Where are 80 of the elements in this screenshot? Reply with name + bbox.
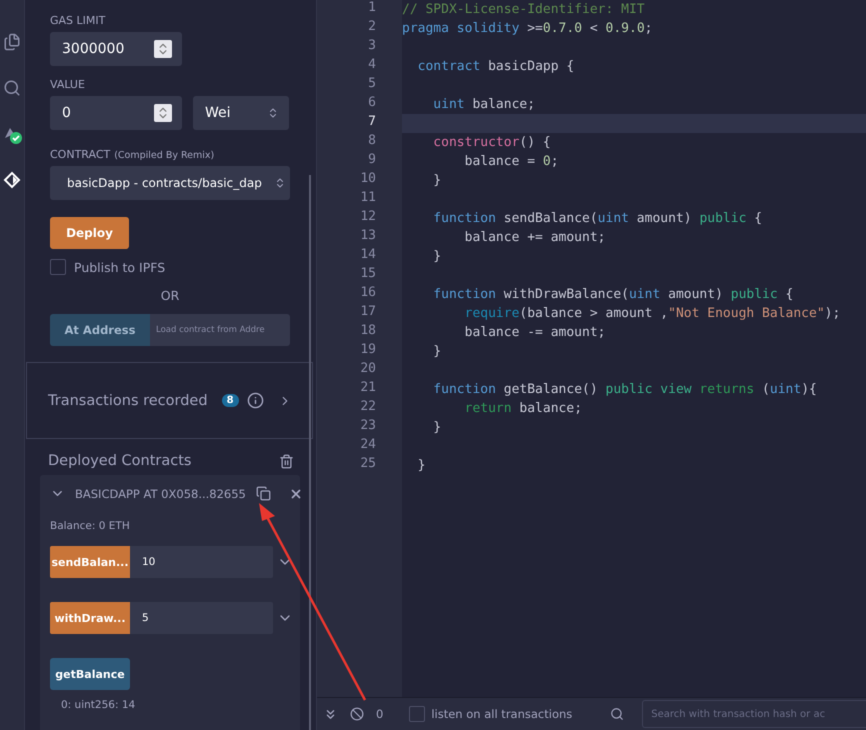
- files-icon: [3, 33, 21, 51]
- value-field[interactable]: 0: [50, 96, 182, 130]
- checkbox-label: listen on all transactions: [431, 707, 572, 721]
- listen-checkbox[interactable]: [409, 706, 426, 722]
- checkbox-label: Publish to IPFS: [74, 260, 166, 274]
- line-number: 19: [359, 342, 377, 359]
- field-label: VALUE: [50, 78, 86, 91]
- code-line: constructor() {: [432, 134, 552, 152]
- code-line: balance = 0;: [464, 153, 560, 171]
- line-number: 2: [367, 19, 377, 36]
- code-line: }: [432, 419, 442, 437]
- call-result: 0: uint256: 14: [61, 699, 136, 711]
- line-number: 9: [367, 152, 377, 169]
- line-number: 16: [359, 285, 377, 302]
- code-line: contract basicDapp {: [416, 58, 576, 76]
- line-number: 23: [359, 418, 377, 435]
- argument-field[interactable]: 5: [130, 602, 273, 634]
- copy-icon[interactable]: [256, 486, 271, 501]
- clear-icon[interactable]: [350, 707, 364, 721]
- line-number: 17: [359, 304, 377, 321]
- or-text: OR: [160, 288, 180, 303]
- code-line: function withDrawBalance(uint amount) public {: [432, 286, 794, 304]
- balance-text: Balance: 0 ETH: [50, 520, 131, 532]
- search-field[interactable]: Search with transaction hash or ac: [642, 700, 866, 728]
- code-line: require(balance > amount ,"Not Enough Balance");: [464, 305, 842, 323]
- contract-instance-title: BASICDAPP AT 0X058...82655: [75, 486, 246, 500]
- code-line: balance -= amount;: [464, 324, 606, 342]
- trash-icon[interactable]: [279, 454, 294, 468]
- address-field[interactable]: Load contract from Addre: [150, 314, 290, 346]
- unit-select[interactable]: Wei: [193, 96, 289, 130]
- code-line: pragma solidity >=0.7.0 < 0.9.0;: [402, 20, 654, 38]
- select-icon: [267, 107, 279, 119]
- code-line: function getBalance() public view returns (uint){: [432, 381, 818, 399]
- scrollbar[interactable]: [309, 175, 311, 730]
- line-number: 20: [359, 361, 377, 378]
- line-number: 14: [359, 247, 377, 264]
- code-line: }: [432, 343, 442, 361]
- argument-field[interactable]: 10: [130, 546, 273, 578]
- code-line: balance += amount;: [464, 229, 606, 247]
- search-icon: [610, 707, 624, 721]
- line-number: 24: [359, 437, 377, 454]
- code-line: function sendBalance(uint amount) public {: [432, 210, 764, 228]
- gas-limit-field[interactable]: 3000000: [50, 32, 182, 66]
- code-line: }: [432, 248, 442, 266]
- pending-count: 0: [376, 707, 384, 721]
- publish-checkbox[interactable]: [50, 259, 66, 275]
- line-number: 22: [359, 399, 377, 416]
- line-number: 10: [359, 171, 377, 188]
- line-number: 3: [367, 38, 377, 55]
- code-line: return balance;: [464, 400, 584, 418]
- contract-select[interactable]: basicDapp - contracts/basic_dap: [50, 166, 290, 200]
- search-icon: [3, 79, 21, 97]
- code-line: // SPDX-License-Identifier: MIT: [402, 1, 646, 19]
- field-label: CONTRACT (Compiled By Remix): [50, 148, 216, 161]
- line-number: 18: [359, 323, 377, 340]
- code-line: uint balance;: [432, 96, 536, 114]
- line-number: 11: [359, 190, 377, 207]
- line-number: 13: [359, 228, 377, 245]
- info-icon[interactable]: [246, 392, 264, 409]
- field-label: GAS LIMIT: [50, 14, 106, 27]
- deploy-icon: [3, 171, 21, 189]
- code-line: }: [432, 172, 442, 190]
- line-number: 15: [359, 266, 377, 283]
- select-icon: [274, 177, 286, 189]
- transactions-label: Transactions recorded: [48, 392, 208, 408]
- line-number: 6: [367, 95, 377, 112]
- line-number: 1: [367, 0, 377, 17]
- line-number: 8: [367, 133, 377, 150]
- section-title: Deployed Contracts: [48, 453, 192, 469]
- line-number: 12: [359, 209, 377, 226]
- line-number: 25: [359, 456, 377, 473]
- line-number: 4: [367, 57, 377, 74]
- line-number: 5: [367, 76, 377, 93]
- line-number: 7: [367, 114, 377, 131]
- line-number: 21: [359, 380, 377, 397]
- at-address-button[interactable]: At Address: [50, 314, 150, 346]
- code-line: }: [416, 457, 426, 475]
- function-button[interactable]: getBalance: [50, 658, 130, 690]
- close-icon[interactable]: [288, 486, 303, 500]
- count-badge: 8: [222, 394, 239, 407]
